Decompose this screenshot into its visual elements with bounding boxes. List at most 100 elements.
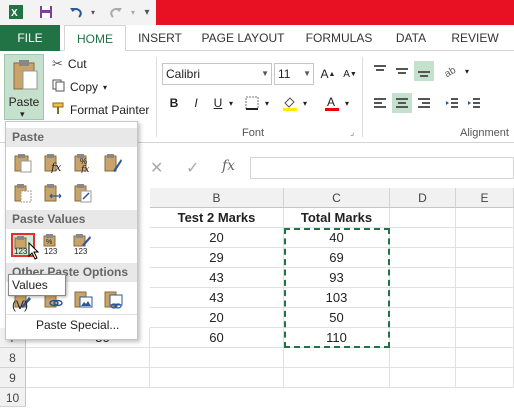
picture-icon[interactable] <box>72 288 94 310</box>
cell-d2[interactable] <box>390 228 456 248</box>
paste-button[interactable]: Paste ▾ <box>4 54 44 120</box>
cell-d6[interactable] <box>390 308 456 328</box>
row-header-9[interactable]: 9 <box>0 368 26 388</box>
copy-button[interactable]: Copy ▾ <box>52 77 107 97</box>
decrease-font-icon[interactable]: A ▼ <box>340 64 360 84</box>
cell-b2[interactable]: 20 <box>150 228 284 248</box>
font-color-dropdown-icon[interactable]: ▾ <box>342 93 352 113</box>
cell-b1[interactable]: Test 2 Marks <box>150 208 284 228</box>
italic-button[interactable]: I <box>186 93 206 113</box>
cell-d9[interactable] <box>390 368 456 388</box>
customize-qat-icon[interactable]: ▾ <box>140 3 154 21</box>
cell-b7[interactable]: 60 <box>150 328 284 348</box>
cell-e6[interactable] <box>456 308 514 328</box>
cell-d8[interactable] <box>390 348 456 368</box>
column-header-c[interactable]: C <box>284 188 390 208</box>
cell-c9[interactable] <box>284 368 390 388</box>
column-header-b[interactable]: B <box>150 188 284 208</box>
cell-b3[interactable]: 29 <box>150 248 284 268</box>
cell-c3[interactable]: 69 <box>284 248 390 268</box>
cell-b4[interactable]: 43 <box>150 268 284 288</box>
cell-a9[interactable] <box>26 368 150 388</box>
row-header-10[interactable]: 10 <box>0 388 26 407</box>
cell-c8[interactable] <box>284 348 390 368</box>
align-left-icon[interactable] <box>370 93 390 113</box>
paste-icon[interactable] <box>12 152 34 174</box>
transpose-icon[interactable] <box>72 182 94 204</box>
align-middle-icon[interactable] <box>392 61 412 81</box>
cell-d3[interactable] <box>390 248 456 268</box>
redo-icon[interactable] <box>106 3 126 21</box>
cell-d5[interactable] <box>390 288 456 308</box>
formula-input[interactable] <box>250 157 514 179</box>
tab-data[interactable]: DATA <box>386 25 436 51</box>
font-size-combo[interactable]: 11 ▼ <box>274 63 314 85</box>
tab-file[interactable]: FILE <box>0 25 60 51</box>
increase-font-icon[interactable]: A ▲ <box>318 64 338 84</box>
cell-b8[interactable] <box>150 348 284 368</box>
undo-dropdown-icon[interactable]: ▾ <box>88 3 98 21</box>
insert-function-icon[interactable]: fx <box>222 158 235 174</box>
paste-formulas-icon[interactable]: fx <box>42 152 64 174</box>
paste-dropdown-icon[interactable]: ▾ <box>20 109 25 120</box>
cancel-icon[interactable]: ✕ <box>150 158 163 178</box>
keep-source-formatting-icon[interactable] <box>102 152 124 174</box>
borders-icon[interactable] <box>242 93 262 113</box>
cut-button[interactable]: ✂ Cut <box>52 54 87 74</box>
align-bottom-icon[interactable] <box>414 61 434 81</box>
tab-review[interactable]: REVIEW <box>444 25 506 51</box>
cell-c1[interactable]: Total Marks <box>284 208 390 228</box>
tab-page-layout[interactable]: PAGE LAYOUT <box>196 25 290 51</box>
keep-column-widths-icon[interactable] <box>42 182 64 204</box>
cell-d4[interactable] <box>390 268 456 288</box>
cell-e1[interactable] <box>456 208 514 228</box>
cell-b6[interactable]: 20 <box>150 308 284 328</box>
cell-e8[interactable] <box>456 348 514 368</box>
cell-d1[interactable] <box>390 208 456 228</box>
paste-formulas-number-format-icon[interactable]: % fx <box>72 152 94 174</box>
undo-icon[interactable] <box>66 3 86 21</box>
cell-c7[interactable]: 110 <box>284 328 390 348</box>
tab-insert[interactable]: INSERT <box>130 25 190 51</box>
tab-formulas[interactable]: FORMULAS <box>296 25 382 51</box>
cell-e5[interactable] <box>456 288 514 308</box>
orientation-icon[interactable]: ab <box>442 61 462 81</box>
align-center-icon[interactable] <box>392 93 412 113</box>
no-borders-icon[interactable] <box>12 182 34 204</box>
column-header-d[interactable]: D <box>390 188 456 208</box>
bold-button[interactable]: B <box>164 93 184 113</box>
column-header-e[interactable]: E <box>456 188 514 208</box>
fill-color-icon[interactable] <box>280 93 300 113</box>
decrease-indent-icon[interactable] <box>442 93 462 113</box>
row-header-8[interactable]: 8 <box>0 348 26 368</box>
redo-dropdown-icon[interactable]: ▾ <box>128 3 138 21</box>
fill-dropdown-icon[interactable]: ▾ <box>300 93 310 113</box>
cell-a8[interactable] <box>26 348 150 368</box>
align-top-icon[interactable] <box>370 61 390 81</box>
cell-c2[interactable]: 40 <box>284 228 390 248</box>
cell-c4[interactable]: 93 <box>284 268 390 288</box>
paste-special-item[interactable]: Paste Special... <box>36 318 119 332</box>
cell-e3[interactable] <box>456 248 514 268</box>
enter-icon[interactable]: ✓ <box>186 158 199 178</box>
cell-d7[interactable] <box>390 328 456 348</box>
cell-e9[interactable] <box>456 368 514 388</box>
orientation-dropdown-icon[interactable]: ▾ <box>462 61 472 81</box>
align-right-icon[interactable] <box>414 93 434 113</box>
cell-e7[interactable] <box>456 328 514 348</box>
cell-e4[interactable] <box>456 268 514 288</box>
format-painter-button[interactable]: Format Painter <box>52 100 149 120</box>
linked-picture-icon[interactable] <box>102 288 124 310</box>
cell-b9[interactable] <box>150 368 284 388</box>
font-name-combo[interactable]: Calibri ▼ <box>162 63 272 85</box>
cell-c5[interactable]: 103 <box>284 288 390 308</box>
save-icon[interactable] <box>36 3 56 21</box>
font-color-icon[interactable]: A <box>322 93 342 113</box>
cell-b5[interactable]: 43 <box>150 288 284 308</box>
cell-c6[interactable]: 50 <box>284 308 390 328</box>
increase-indent-icon[interactable] <box>464 93 484 113</box>
cell-e2[interactable] <box>456 228 514 248</box>
underline-dropdown-icon[interactable]: ▾ <box>226 93 236 113</box>
underline-button[interactable]: U <box>208 93 228 113</box>
borders-dropdown-icon[interactable]: ▾ <box>262 93 272 113</box>
